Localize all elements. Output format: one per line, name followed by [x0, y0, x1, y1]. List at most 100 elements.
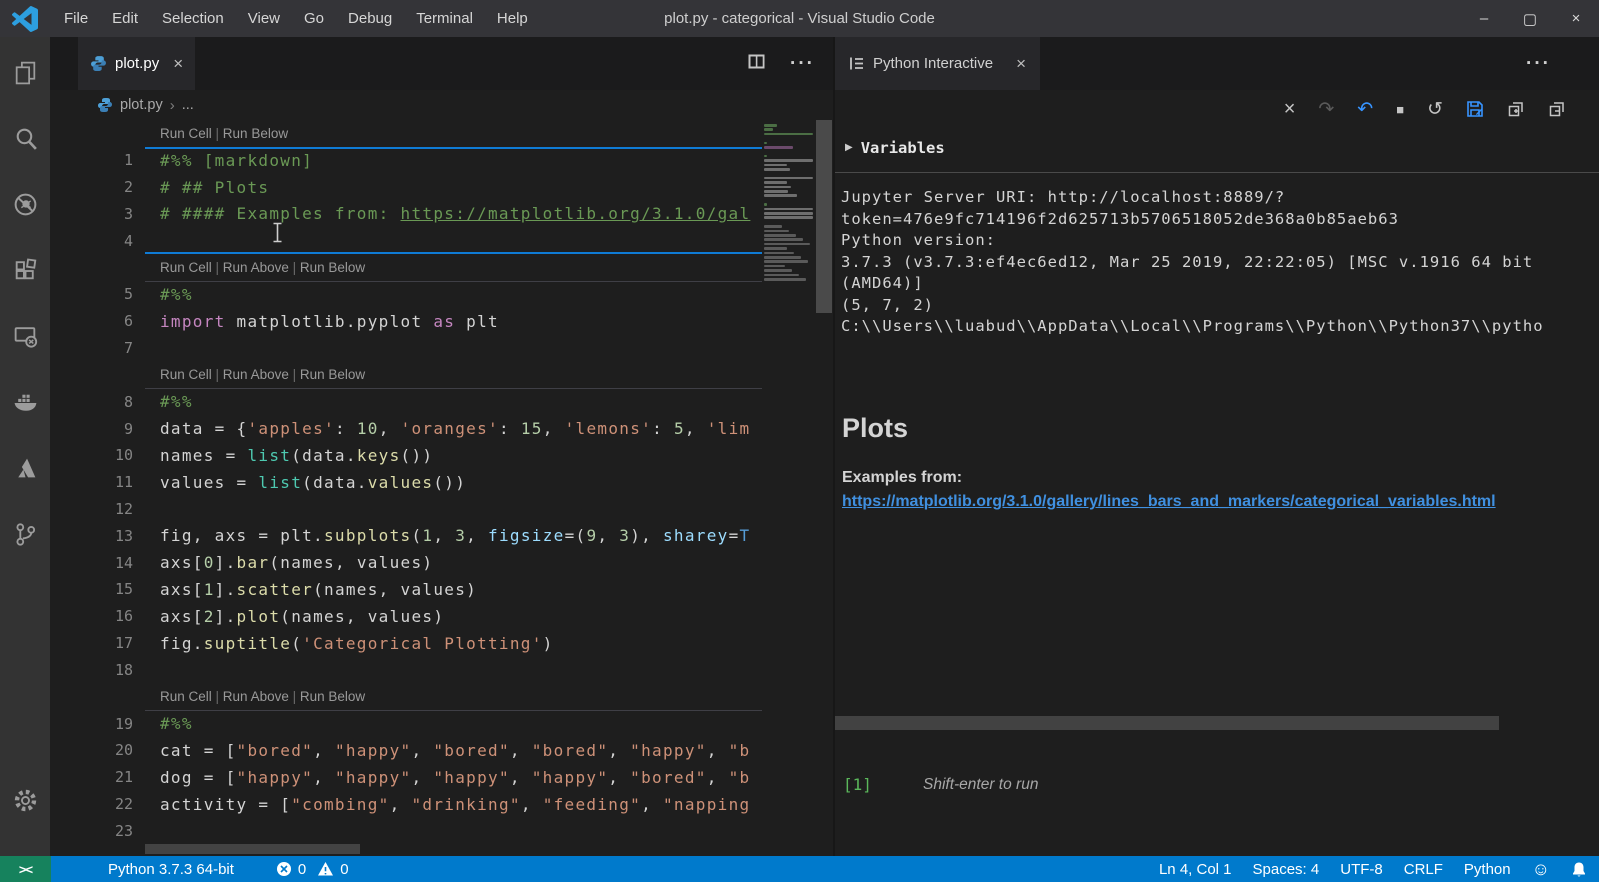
variables-section-header[interactable]: ▶ Variables — [845, 133, 945, 163]
output-line: (AMD64)] — [841, 273, 1599, 295]
codelens-row: Run Cell | Run Above | Run Below — [50, 683, 833, 710]
code-line: 21dog = ["happy", "happy", "happy", "hap… — [50, 764, 833, 791]
python-file-icon — [90, 55, 107, 72]
expand-all-icon[interactable] — [1507, 100, 1525, 118]
tab-close-icon[interactable]: × — [173, 55, 183, 72]
minimap-line — [764, 247, 787, 250]
tab-plot-py[interactable]: plot.py × — [78, 37, 195, 90]
maximize-button[interactable]: ▢ — [1507, 0, 1553, 37]
examples-from-label: Examples from: — [842, 469, 962, 487]
close-window-button[interactable]: × — [1553, 0, 1599, 37]
editor-group: plot.py × ··· plot.py › ... Run Cell | R… — [50, 37, 833, 856]
codelens-run-above[interactable]: Run Above — [223, 689, 289, 704]
eol-status[interactable]: CRLF — [1404, 861, 1443, 878]
minimap-line — [764, 234, 796, 237]
minimap-line — [764, 274, 799, 277]
codelens-run-cell[interactable]: Run Cell — [160, 367, 212, 382]
codelens-run-below[interactable]: Run Below — [300, 367, 365, 382]
problems-status[interactable]: 0 0 — [276, 861, 349, 878]
menu-item-debug[interactable]: Debug — [336, 10, 404, 27]
source-control-icon[interactable] — [0, 501, 50, 567]
collapse-all-icon[interactable] — [1548, 100, 1566, 118]
minimize-button[interactable]: – — [1461, 0, 1507, 37]
breadcrumb-file[interactable]: plot.py — [120, 97, 163, 113]
settings-gear-icon[interactable] — [0, 787, 50, 814]
vertical-scrollbar[interactable] — [815, 120, 833, 856]
minimap[interactable] — [762, 120, 815, 856]
azure-icon[interactable] — [0, 435, 50, 501]
editor-more-actions-icon[interactable]: ··· — [790, 53, 815, 75]
breadcrumb[interactable]: plot.py › ... — [50, 90, 833, 120]
menu-item-help[interactable]: Help — [485, 10, 540, 27]
export-notebook-icon[interactable] — [1466, 100, 1484, 118]
code-area[interactable]: Run Cell | Run Below1#%% [markdown]2# ##… — [50, 120, 833, 856]
output-line: Jupyter Server URI: http://localhost:888… — [841, 187, 1599, 209]
line-number: 21 — [50, 768, 145, 786]
plots-heading: Plots — [842, 413, 908, 444]
menu-item-go[interactable]: Go — [292, 10, 336, 27]
codelens-run-above[interactable]: Run Above — [223, 260, 289, 275]
prompt-hint[interactable]: Shift-enter to run — [923, 776, 1038, 794]
debug-icon[interactable] — [0, 171, 50, 237]
line-number: 23 — [50, 822, 145, 840]
horizontal-scrollbar[interactable] — [145, 844, 360, 854]
redo-icon[interactable]: ↷ — [1318, 100, 1334, 119]
codelens-run-cell[interactable]: Run Cell — [160, 689, 212, 704]
language-mode-status[interactable]: Python — [1464, 861, 1511, 878]
minimap-line — [764, 269, 792, 272]
undo-icon[interactable]: ↶ — [1357, 100, 1373, 119]
output-line: 3.7.3 (v3.7.3:ef4ec6ed12, Mar 25 2019, 2… — [841, 252, 1599, 274]
code-line: 13fig, axs = plt.subplots(1, 3, figsize=… — [50, 522, 833, 549]
docker-icon[interactable] — [0, 369, 50, 435]
menu-item-terminal[interactable]: Terminal — [404, 10, 485, 27]
codelens-run-cell[interactable]: Run Cell — [160, 126, 212, 141]
codelens-run-cell[interactable]: Run Cell — [160, 260, 212, 275]
explorer-icon[interactable] — [0, 39, 50, 105]
panel-tab-close-icon[interactable]: × — [1016, 55, 1026, 72]
minimap-line — [764, 159, 813, 162]
notifications-bell-icon[interactable] — [1571, 861, 1587, 878]
menu-item-selection[interactable]: Selection — [150, 10, 236, 27]
indentation-status[interactable]: Spaces: 4 — [1253, 861, 1320, 878]
line-number: 19 — [50, 715, 145, 733]
line-number: 6 — [50, 312, 145, 330]
code-line: 10names = list(data.keys()) — [50, 442, 833, 469]
minimap-line — [764, 243, 810, 246]
codelens-run-below[interactable]: Run Below — [300, 260, 365, 275]
search-icon[interactable] — [0, 105, 50, 171]
matplotlib-link[interactable]: https://matplotlib.org/3.1.0/gallery/lin… — [842, 493, 1599, 511]
close-icon[interactable]: × — [1284, 99, 1296, 119]
remote-indicator[interactable]: >< — [0, 856, 51, 882]
error-icon — [276, 861, 292, 877]
codelens-row: Run Cell | Run Below — [50, 120, 833, 147]
cursor-position-status[interactable]: Ln 4, Col 1 — [1159, 861, 1232, 878]
extensions-icon[interactable] — [0, 237, 50, 303]
mouse-ibeam-cursor — [272, 222, 283, 248]
menu-item-view[interactable]: View — [236, 10, 292, 27]
split-editor-icon[interactable] — [747, 52, 766, 76]
restart-kernel-icon[interactable]: ↺ — [1427, 100, 1443, 119]
warning-count: 0 — [340, 861, 348, 878]
feedback-smiley-icon[interactable]: ☺ — [1532, 859, 1550, 880]
interrupt-kernel-icon[interactable]: ■ — [1396, 103, 1404, 116]
python-interpreter-status[interactable]: Python 3.7.3 64-bit — [108, 861, 234, 878]
variables-label: Variables — [861, 133, 945, 163]
code-line: 3# #### Examples from: https://matplotli… — [50, 200, 833, 227]
minimap-line — [764, 208, 813, 211]
codelens-run-below[interactable]: Run Below — [223, 126, 288, 141]
output-line: C:\\Users\\luabud\\AppData\\Local\\Progr… — [841, 316, 1599, 338]
encoding-status[interactable]: UTF-8 — [1340, 861, 1383, 878]
vscode-window: FileEditSelectionViewGoDebugTerminalHelp… — [0, 0, 1599, 882]
line-number: 7 — [50, 339, 145, 357]
code-line: 20cat = ["bored", "happy", "bored", "bor… — [50, 737, 833, 764]
code-line: 19#%% — [50, 710, 833, 737]
codelens-run-above[interactable]: Run Above — [223, 367, 289, 382]
tab-python-interactive[interactable]: Python Interactive × — [835, 37, 1040, 90]
breadcrumb-more[interactable]: ... — [182, 97, 194, 113]
line-number: 14 — [50, 554, 145, 572]
panel-more-actions-icon[interactable]: ··· — [1526, 53, 1551, 75]
codelens-run-below[interactable]: Run Below — [300, 689, 365, 704]
remote-explorer-icon[interactable] — [0, 303, 50, 369]
menu-item-file[interactable]: File — [52, 10, 100, 27]
menu-item-edit[interactable]: Edit — [100, 10, 150, 27]
